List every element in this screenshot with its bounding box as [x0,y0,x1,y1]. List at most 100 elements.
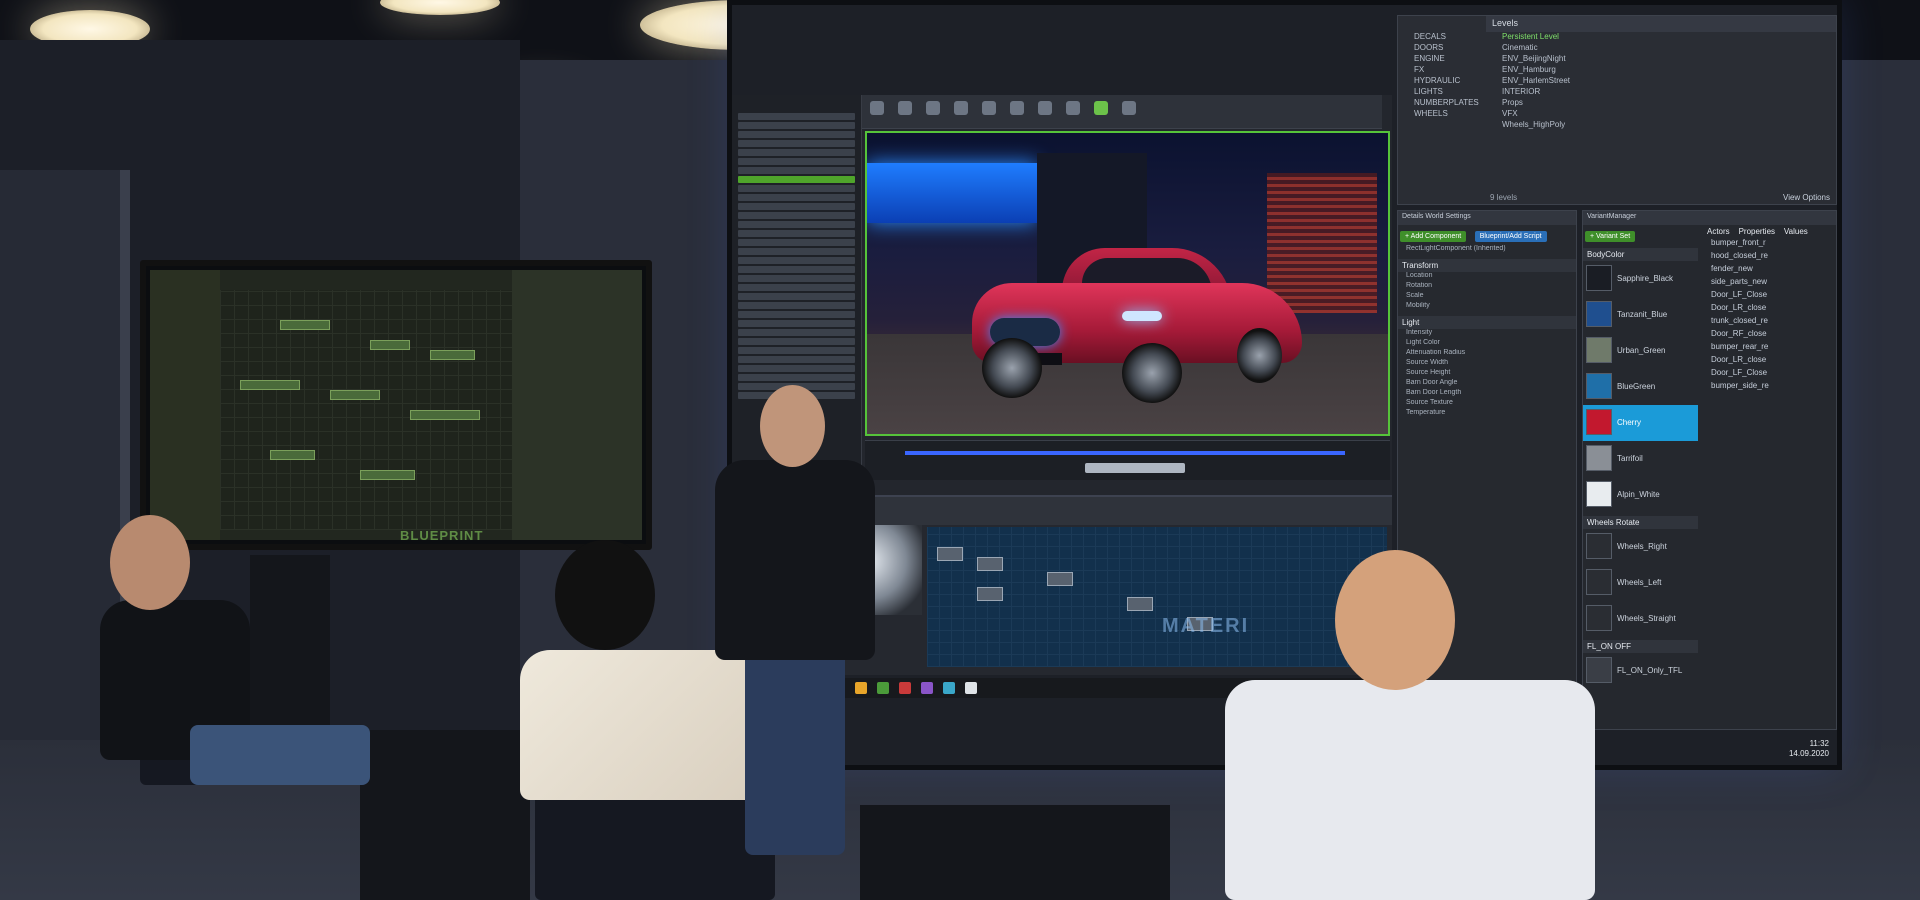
timeline-bar[interactable] [905,451,1345,455]
outliner-row[interactable] [738,302,855,309]
transform-section[interactable]: Transform [1398,259,1576,272]
actor-row[interactable]: trunk_closed_re [1703,316,1836,329]
light-property[interactable]: Source Texture [1398,399,1576,409]
variant-item[interactable]: Wheels_Right [1583,529,1698,565]
level-row[interactable]: Wheels_HighPoly [1486,120,1836,131]
level-row[interactable]: ENV_BeijingNight [1486,54,1836,65]
transform-property[interactable]: Scale [1398,292,1576,302]
variant-item[interactable]: Urban_Green [1583,333,1698,369]
actor-row[interactable]: bumper_rear_re [1703,342,1836,355]
outliner-row[interactable] [738,221,855,228]
layer-row[interactable]: DOORS [1398,43,1483,54]
light-property[interactable]: Source Width [1398,359,1576,369]
level-row[interactable]: ENV_HarlemStreet [1486,76,1836,87]
light-property[interactable]: Temperature [1398,409,1576,419]
outliner-row[interactable] [738,185,855,192]
actor-row[interactable]: bumper_side_re [1703,381,1836,394]
actor-row[interactable]: bumper_front_r [1703,238,1836,251]
layer-row[interactable]: HYDRAULIC [1398,76,1483,87]
modes-icon[interactable] [926,101,940,115]
build-icon[interactable] [1066,101,1080,115]
app-icon[interactable] [965,682,977,694]
transform-property[interactable]: Mobility [1398,302,1576,312]
light-section[interactable]: Light [1398,316,1576,329]
level-row[interactable]: ENV_Hamburg [1486,65,1836,76]
launch-icon[interactable] [1122,101,1136,115]
content-icon[interactable] [954,101,968,115]
material-node[interactable] [977,557,1003,571]
outliner-row[interactable] [738,293,855,300]
layer-row[interactable]: DECALS [1398,32,1483,43]
layer-row[interactable]: WHEELS [1398,109,1483,120]
light-property[interactable]: Barn Door Angle [1398,379,1576,389]
settings-icon[interactable] [982,101,996,115]
details-tabs[interactable]: Details World Settings [1398,211,1576,225]
outliner-row-selected[interactable] [738,176,855,183]
app-icon[interactable] [877,682,889,694]
level-viewport[interactable] [865,131,1390,436]
play-icon[interactable] [1094,101,1108,115]
outliner-row[interactable] [738,149,855,156]
outliner-row[interactable] [738,338,855,345]
outliner-row[interactable] [738,194,855,201]
actor-row[interactable]: Door_LF_Close [1703,368,1836,381]
outliner-row[interactable] [738,203,855,210]
transform-property[interactable]: Location [1398,272,1576,282]
variant-item[interactable]: Wheels_Straight [1583,601,1698,637]
outliner-row[interactable] [738,365,855,372]
outliner-row[interactable] [738,356,855,363]
light-property[interactable]: Barn Door Length [1398,389,1576,399]
actor-row[interactable]: Door_LF_Close [1703,290,1836,303]
actor-row[interactable]: Door_LR_close [1703,303,1836,316]
outliner-row[interactable] [738,113,855,120]
variant-item[interactable]: Cherry [1583,405,1698,441]
variant-item[interactable]: Tanzanit_Blue [1583,297,1698,333]
transform-property[interactable]: Rotation [1398,282,1576,292]
outliner-row[interactable] [738,140,855,147]
variant-item[interactable]: Tarrifoil [1583,441,1698,477]
layer-row[interactable]: NUMBERPLATES [1398,98,1483,109]
actor-row[interactable]: side_parts_new [1703,277,1836,290]
actor-row[interactable]: hood_closed_re [1703,251,1836,264]
outliner-row[interactable] [738,167,855,174]
level-row[interactable]: Props [1486,98,1836,109]
add-component-button[interactable]: + Add Component [1400,231,1467,242]
variant-group-header[interactable]: BodyColor [1583,248,1698,261]
outliner-row[interactable] [738,266,855,273]
variant-group-header[interactable]: Wheels Rotate [1583,516,1698,529]
outliner-row[interactable] [738,257,855,264]
variant-manager-tab[interactable]: VariantManager [1583,211,1836,225]
level-row[interactable]: Persistent Level [1486,32,1836,43]
material-node[interactable] [977,587,1003,601]
variant-group-header[interactable]: FL_ON OFF [1583,640,1698,653]
sequencer-timeline[interactable] [865,440,1390,480]
blueprints-icon[interactable] [1010,101,1024,115]
view-options-button[interactable]: View Options [1783,193,1830,202]
blueprint-add-script-button[interactable]: Blueprint/Add Script [1474,231,1547,242]
outliner-row[interactable] [738,275,855,282]
level-row[interactable]: Cinematic [1486,43,1836,54]
playback-controls[interactable] [1085,463,1185,473]
levels-tab[interactable]: Levels [1486,16,1836,32]
source-control-icon[interactable] [898,101,912,115]
variant-item[interactable]: Sapphire_Black [1583,261,1698,297]
outliner-row[interactable] [738,248,855,255]
outliner-row[interactable] [738,212,855,219]
outliner-row[interactable] [738,230,855,237]
actor-row[interactable]: Door_LR_close [1703,355,1836,368]
material-node[interactable] [1127,597,1153,611]
app-icon[interactable] [899,682,911,694]
level-row[interactable]: INTERIOR [1486,87,1836,98]
light-property[interactable]: Source Height [1398,369,1576,379]
light-property[interactable]: Intensity [1398,329,1576,339]
outliner-row[interactable] [738,158,855,165]
layer-row[interactable]: LIGHTS [1398,87,1483,98]
component-item[interactable]: RectLightComponent (Inherited) [1398,245,1576,255]
save-icon[interactable] [870,101,884,115]
variant-item[interactable]: Wheels_Left [1583,565,1698,601]
actor-row[interactable]: Door_RF_close [1703,329,1836,342]
level-row[interactable]: VFX [1486,109,1836,120]
outliner-row[interactable] [738,374,855,381]
light-property[interactable]: Attenuation Radius [1398,349,1576,359]
outliner-row[interactable] [738,122,855,129]
